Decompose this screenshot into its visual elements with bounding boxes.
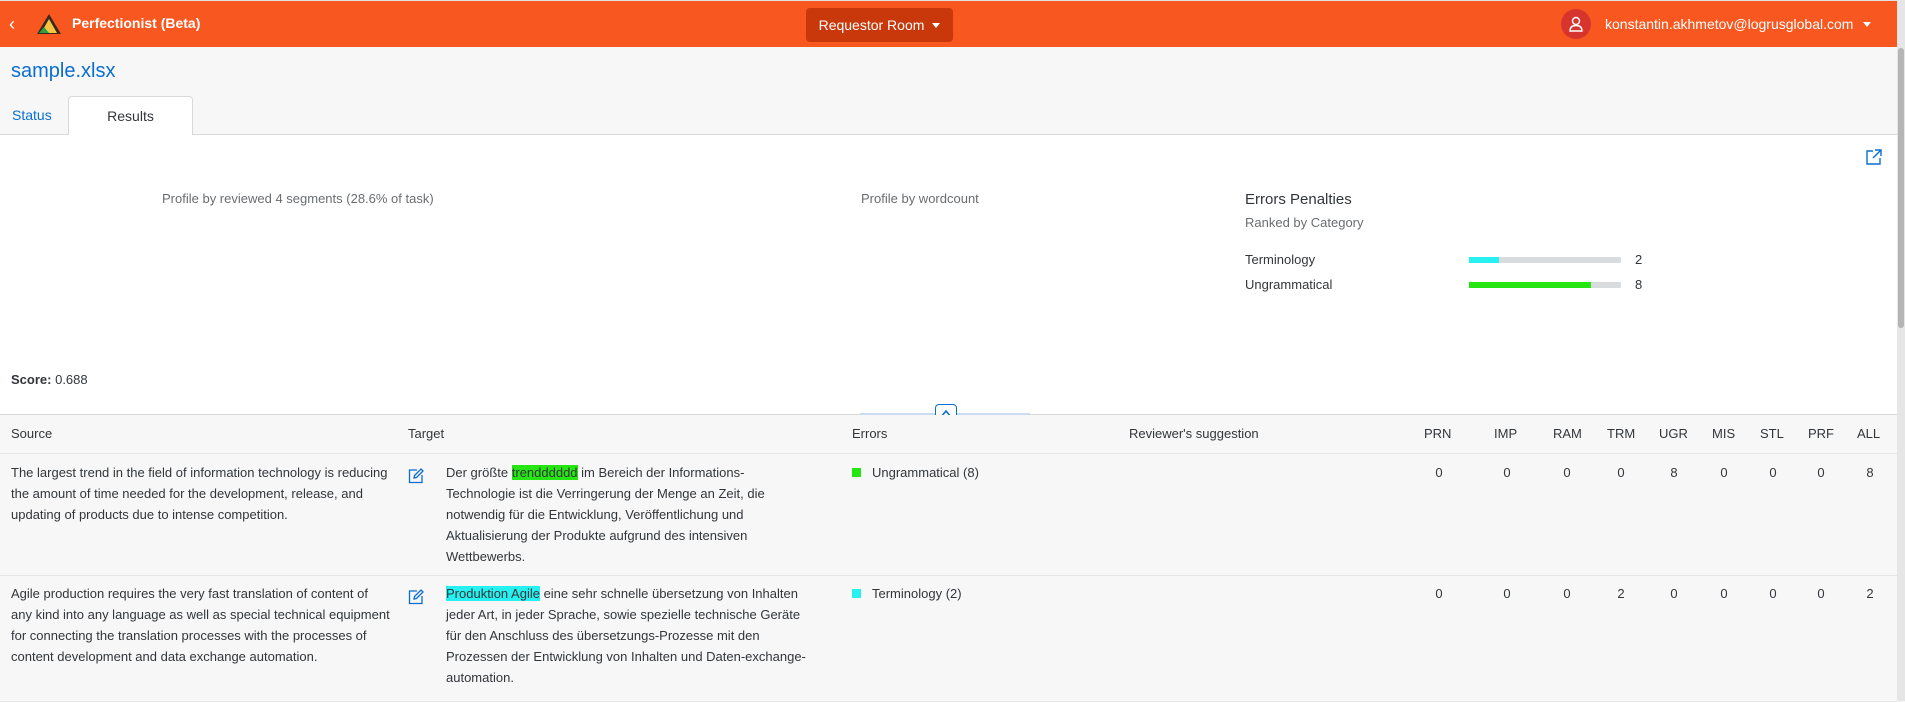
penalty-value: 2 bbox=[1635, 252, 1643, 267]
cell-ugr: 8 bbox=[1670, 465, 1678, 480]
column-header-imp[interactable]: IMP bbox=[1494, 426, 1517, 441]
penalties-subtitle: Ranked by Category bbox=[1245, 215, 1364, 230]
profile-wordcount-label: Profile by wordcount bbox=[861, 191, 979, 206]
cell-mis: 0 bbox=[1720, 586, 1728, 601]
edit-icon[interactable] bbox=[408, 468, 424, 484]
column-header-all[interactable]: ALL bbox=[1857, 426, 1880, 441]
column-header-stl[interactable]: STL bbox=[1760, 426, 1784, 441]
penalty-bar bbox=[1469, 282, 1621, 288]
app-title: Perfectionist (Beta) bbox=[72, 15, 201, 31]
person-icon bbox=[1561, 9, 1591, 39]
source-text: The largest trend in the field of inform… bbox=[11, 465, 388, 522]
penalty-value: 8 bbox=[1635, 277, 1643, 292]
score-value: 0.688 bbox=[55, 372, 88, 387]
cell-prf: 0 bbox=[1817, 586, 1825, 601]
results-panel bbox=[0, 135, 1897, 415]
column-header-errors[interactable]: Errors bbox=[852, 426, 887, 441]
cell-stl: 0 bbox=[1769, 586, 1777, 601]
cell-ram: 0 bbox=[1563, 465, 1571, 480]
penalty-label: Ungrammatical bbox=[1245, 277, 1333, 292]
cell-ugr: 0 bbox=[1670, 586, 1678, 601]
cell-prf: 0 bbox=[1817, 465, 1825, 480]
column-header-ugr[interactable]: UGR bbox=[1659, 426, 1688, 441]
user-menu[interactable]: konstantin.akhmetov@logrusglobal.com bbox=[1561, 9, 1872, 39]
column-header-source[interactable]: Source bbox=[11, 426, 52, 441]
score: Score: 0.688 bbox=[11, 372, 88, 387]
target-text-pre: Der größte bbox=[446, 465, 512, 480]
penalty-bar bbox=[1469, 257, 1621, 263]
shell-bar: ‹ Perfectionist (Beta) Requestor Room ko… bbox=[0, 0, 1898, 47]
chevron-down-icon bbox=[1863, 21, 1872, 27]
cell-mis: 0 bbox=[1720, 465, 1728, 480]
table-row[interactable]: Agile production requires the very fast … bbox=[0, 576, 1897, 702]
error-label: Ungrammatical (8) bbox=[872, 465, 979, 480]
column-header-prn[interactable]: PRN bbox=[1424, 426, 1451, 441]
penalty-label: Terminology bbox=[1245, 252, 1316, 267]
profile-reviewed-label: Profile by reviewed 4 segments (28.6% of… bbox=[162, 191, 434, 206]
penalties-title: Errors Penalties bbox=[1245, 191, 1352, 208]
export-icon[interactable] bbox=[1865, 148, 1883, 166]
tab-status[interactable]: Status bbox=[0, 96, 64, 134]
error-entry: Ungrammatical (8) bbox=[852, 462, 979, 483]
score-label: Score: bbox=[11, 372, 52, 387]
tab-results[interactable]: Results bbox=[68, 96, 193, 136]
target-text[interactable]: Produktion Agile eine sehr schnelle über… bbox=[446, 583, 806, 688]
error-color-swatch bbox=[852, 468, 861, 477]
cell-trm: 0 bbox=[1617, 465, 1625, 480]
error-label: Terminology (2) bbox=[872, 586, 962, 601]
penalty-bar-fill bbox=[1469, 257, 1500, 263]
scrollbar-thumb[interactable] bbox=[1898, 48, 1904, 328]
error-entry: Terminology (2) bbox=[852, 583, 962, 604]
column-header-ram[interactable]: RAM bbox=[1553, 426, 1582, 441]
requestor-room-label: Requestor Room bbox=[818, 17, 925, 33]
cell-imp: 0 bbox=[1503, 586, 1511, 601]
cell-trm: 2 bbox=[1617, 586, 1625, 601]
cell-prn: 0 bbox=[1435, 465, 1443, 480]
cell-imp: 0 bbox=[1503, 465, 1511, 480]
source-text: Agile production requires the very fast … bbox=[11, 586, 390, 664]
user-email: konstantin.akhmetov@logrusglobal.com bbox=[1605, 16, 1854, 32]
target-text[interactable]: Der größte trendddddd im Bereich der Inf… bbox=[446, 462, 806, 567]
cell-all: 2 bbox=[1866, 586, 1874, 601]
page-scrollbar[interactable] bbox=[1897, 0, 1905, 701]
column-header-prf[interactable]: PRF bbox=[1808, 426, 1834, 441]
column-header-mis[interactable]: MIS bbox=[1712, 426, 1735, 441]
page-title: sample.xlsx bbox=[11, 60, 116, 82]
cell-stl: 0 bbox=[1769, 465, 1777, 480]
error-color-swatch bbox=[852, 589, 861, 598]
chevron-down-icon bbox=[932, 22, 941, 28]
column-header-suggestion[interactable]: Reviewer's suggestion bbox=[1129, 426, 1259, 441]
cell-prn: 0 bbox=[1435, 586, 1443, 601]
results-table-header: Source Target Errors Reviewer's suggesti… bbox=[0, 415, 1897, 454]
requestor-room-button[interactable]: Requestor Room bbox=[806, 8, 953, 42]
cell-ram: 0 bbox=[1563, 586, 1571, 601]
penalty-row-ungrammatical: Ungrammatical 8 bbox=[1245, 276, 1642, 294]
penalty-row-terminology: Terminology 2 bbox=[1245, 251, 1642, 269]
tab-bar: Status Results bbox=[0, 96, 1897, 136]
target-error-highlight[interactable]: trendddddd bbox=[511, 465, 578, 480]
back-chevron-icon[interactable]: ‹ bbox=[9, 15, 21, 33]
target-error-highlight[interactable]: Produktion Agile bbox=[446, 586, 540, 601]
penalty-bar-fill bbox=[1469, 282, 1591, 288]
cell-all: 8 bbox=[1866, 465, 1874, 480]
column-header-target[interactable]: Target bbox=[408, 426, 444, 441]
edit-icon[interactable] bbox=[408, 589, 424, 605]
column-header-trm[interactable]: TRM bbox=[1607, 426, 1635, 441]
app-logo-icon bbox=[36, 13, 62, 35]
table-row[interactable]: The largest trend in the field of inform… bbox=[0, 454, 1897, 576]
